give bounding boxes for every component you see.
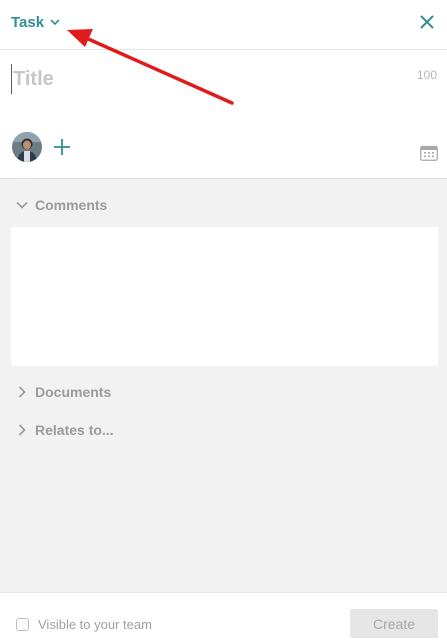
title-section: 100 xyxy=(0,50,447,178)
due-date-button[interactable] xyxy=(420,145,438,161)
close-icon xyxy=(420,15,434,29)
documents-section-toggle[interactable]: Documents xyxy=(16,382,111,402)
title-char-counter: 100 xyxy=(417,68,438,82)
chevron-right-icon xyxy=(16,386,28,398)
chevron-down-icon xyxy=(16,199,28,211)
chevron-right-icon xyxy=(16,424,28,436)
dialog-footer: Visible to your team Create xyxy=(0,592,447,641)
close-button[interactable] xyxy=(418,13,436,31)
comments-section-toggle[interactable]: Comments xyxy=(16,195,107,215)
add-assignee-button[interactable] xyxy=(52,137,72,157)
item-type-dropdown[interactable]: Task xyxy=(11,12,60,32)
documents-section-label: Documents xyxy=(35,384,112,400)
dialog-header: Task xyxy=(0,0,447,50)
item-type-label: Task xyxy=(11,13,45,31)
relates-to-section-label: Relates to... xyxy=(35,422,114,438)
visibility-label: Visible to your team xyxy=(38,617,152,632)
comments-input-area[interactable] xyxy=(11,227,438,366)
plus-icon xyxy=(53,138,71,156)
visibility-checkbox[interactable] xyxy=(16,618,29,631)
comments-section-label: Comments xyxy=(35,197,108,213)
chevron-down-icon xyxy=(50,18,60,26)
team-visibility-toggle[interactable]: Visible to your team xyxy=(16,617,152,632)
details-panel: Comments Documents Relates to... xyxy=(0,178,447,592)
relates-to-section-toggle[interactable]: Relates to... xyxy=(16,420,114,440)
calendar-icon xyxy=(420,145,438,161)
assignee-avatar[interactable] xyxy=(12,132,42,162)
create-button[interactable]: Create xyxy=(350,609,438,638)
title-input[interactable] xyxy=(11,64,405,94)
